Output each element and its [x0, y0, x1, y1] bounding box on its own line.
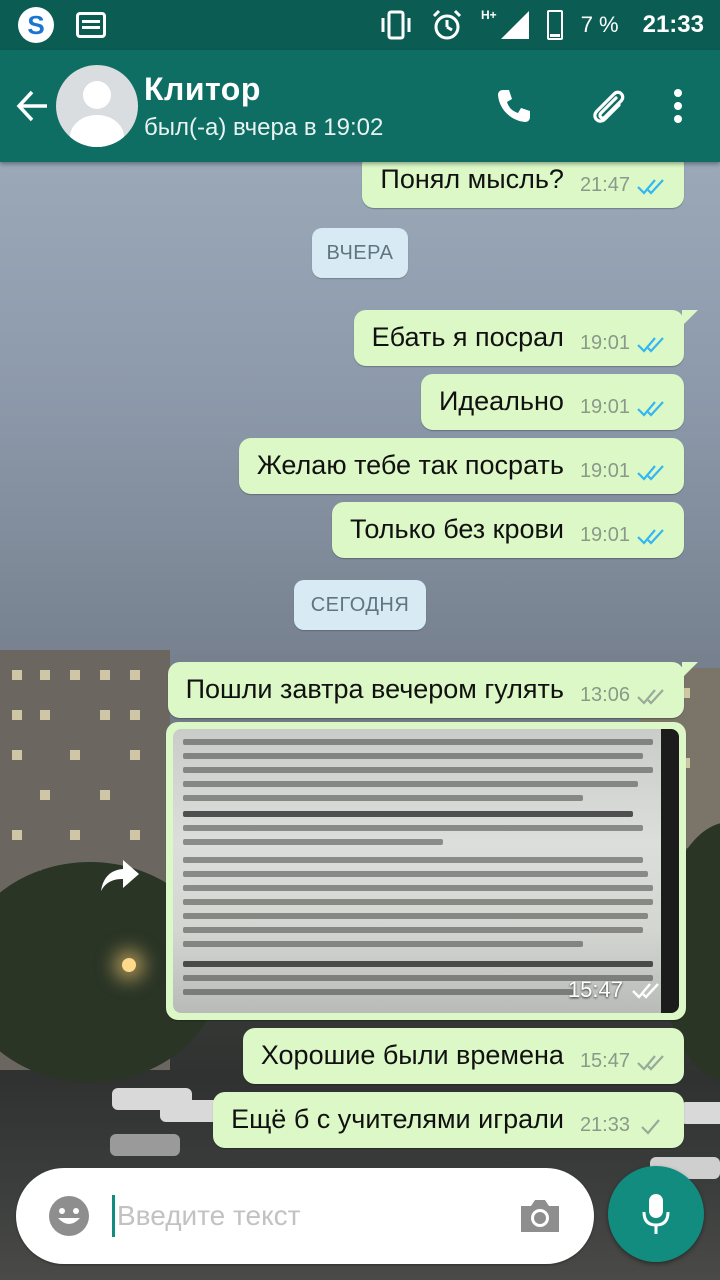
message-bubble[interactable]: Ещё б с учителями играли 21:33: [213, 1092, 684, 1148]
delivered-ticks-icon: [637, 688, 664, 705]
paperclip-icon: [593, 90, 625, 123]
message-time: 19:01: [579, 460, 630, 482]
message-bubble[interactable]: Пошли завтра вечером гулять 13:06: [167, 662, 699, 718]
message-text: Ещё б с учителями играли: [231, 1104, 564, 1134]
network-type: H+: [481, 8, 497, 22]
message-text: Только без крови: [349, 514, 564, 544]
camera-icon: [521, 1200, 559, 1232]
last-seen: был(-а) вчера в 19:02: [144, 113, 384, 141]
message-time: 15:47: [579, 1050, 630, 1072]
clock: 21:33: [642, 11, 704, 38]
camera-button[interactable]: [508, 1184, 572, 1248]
forward-button[interactable]: [96, 852, 144, 900]
read-ticks-icon: [637, 178, 664, 195]
vibrate-icon: [381, 10, 411, 40]
voice-message-button[interactable]: [608, 1166, 704, 1262]
message-time: 19:01: [579, 396, 630, 418]
smiley-icon: [49, 1196, 89, 1236]
message-bubble[interactable]: Идеально 19:01: [420, 374, 684, 430]
message-text: Желаю тебе так посрать: [256, 450, 564, 480]
avatar[interactable]: [56, 65, 138, 147]
date-divider-today: СЕГОДНЯ: [294, 580, 426, 630]
message-time: 15:47: [567, 977, 623, 1002]
contact-info[interactable]: Клитор был(-а) вчера в 19:02: [142, 71, 478, 142]
battery-icon: [546, 10, 563, 40]
compose-bar: [16, 1168, 594, 1264]
sent-tick-icon: [641, 1118, 660, 1135]
message-text: Хорошие были времена: [260, 1040, 564, 1070]
message-bubble[interactable]: Только без крови 19:01: [331, 502, 684, 558]
signal-icon: [500, 11, 529, 39]
alarm-icon: [432, 9, 462, 40]
message-time: 19:01: [579, 524, 630, 546]
read-ticks-icon: [637, 464, 664, 481]
image-time: 15:47: [510, 959, 672, 1009]
back-button[interactable]: [0, 50, 56, 162]
message-time: 21:33: [579, 1114, 630, 1136]
delivered-ticks-icon: [632, 983, 659, 999]
message-time: 21:47: [579, 174, 630, 196]
arrow-left-icon: [16, 90, 47, 122]
tray-notification-icon: [76, 12, 106, 38]
image-message[interactable]: 15:47: [166, 722, 686, 1020]
message-bubble[interactable]: Желаю тебе так посрать 19:01: [238, 438, 684, 494]
phone-icon: [498, 90, 530, 122]
forward-icon: [101, 860, 139, 891]
app-notification-icon: S: [18, 7, 54, 43]
image-thumbnail[interactable]: 15:47: [173, 729, 679, 1013]
message-bubble[interactable]: Ебать я посрал 19:01: [353, 310, 699, 366]
date-divider-yesterday: ВЧЕРА: [312, 228, 408, 278]
read-ticks-icon: [637, 336, 664, 353]
message-text: Идеально: [438, 386, 564, 416]
emoji-button[interactable]: [38, 1185, 100, 1247]
call-button[interactable]: [478, 70, 550, 142]
status-bar: S H+ 7 % 21:33: [0, 0, 720, 50]
message-time: 19:01: [579, 332, 630, 354]
attach-button[interactable]: [572, 70, 644, 142]
read-ticks-icon: [637, 528, 664, 545]
message-input[interactable]: [112, 1195, 508, 1237]
delivered-ticks-icon: [637, 1054, 664, 1071]
battery-percent: 7 %: [580, 12, 619, 37]
message-time: 13:06: [579, 684, 630, 706]
more-vert-icon: [674, 89, 682, 123]
chat-header: Клитор был(-а) вчера в 19:02: [0, 50, 720, 162]
microphone-icon: [642, 1194, 670, 1234]
read-ticks-icon: [637, 400, 664, 417]
message-text: Ебать я посрал: [371, 322, 564, 352]
contact-name: Клитор: [144, 70, 261, 107]
message-text: Понял мысль?: [380, 164, 564, 194]
menu-button[interactable]: [658, 70, 698, 142]
message-text: Пошли завтра вечером гулять: [185, 674, 564, 704]
message-bubble[interactable]: Хорошие были времена 15:47: [242, 1028, 684, 1084]
